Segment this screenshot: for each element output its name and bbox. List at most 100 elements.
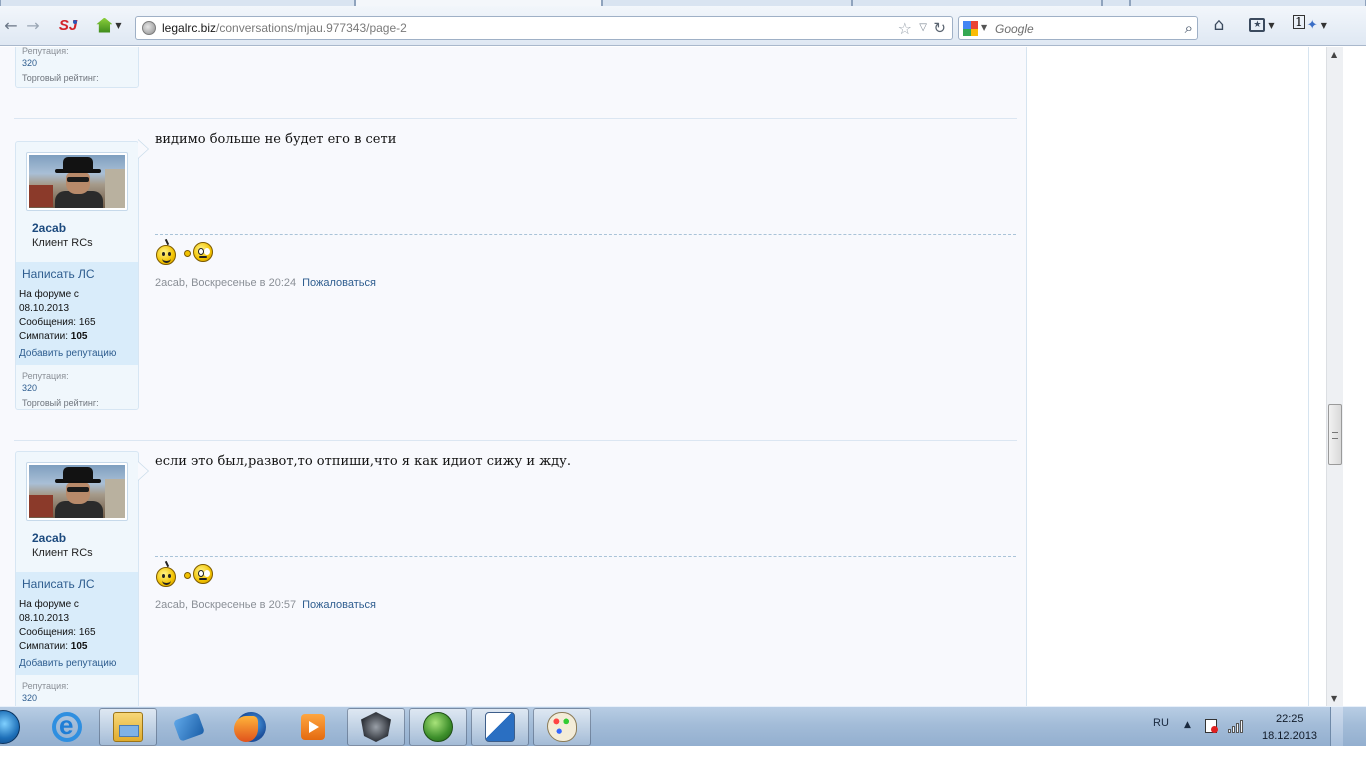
reputation-value[interactable]: 320 (22, 382, 132, 394)
bookmarks-icon: ★ (1249, 18, 1266, 32)
trade-rating-label: Торговый рейтинг: (22, 398, 99, 408)
scroll-up-icon[interactable]: ▲ (1331, 50, 1337, 59)
search-input[interactable]: Google (995, 22, 1034, 36)
chevron-down-icon[interactable]: ▼ (981, 23, 987, 32)
extension-button[interactable]: 1 ✦ ▼ (1287, 14, 1333, 36)
report-link[interactable]: Пожаловаться (302, 277, 376, 289)
avatar[interactable] (26, 152, 128, 211)
waving-smiley-icon (184, 242, 214, 262)
reputation-label: Репутация: (22, 371, 69, 381)
joined-date: 08.10.2013 (19, 613, 70, 624)
language-indicator[interactable]: RU (1153, 717, 1169, 729)
windows-explorer-icon[interactable] (99, 708, 157, 746)
globe-app-icon[interactable] (409, 708, 467, 746)
show-desktop-button[interactable] (1330, 707, 1343, 746)
conversation-column: Репутация: 320 Торговый рейтинг: 2acab К… (0, 47, 1027, 706)
user-title: Клиент RCs (32, 547, 93, 559)
message-meta: 2acab, Воскресенье в 20:57 Пожаловаться (155, 599, 376, 611)
home-button[interactable]: ⌂ (1208, 14, 1230, 36)
taskbar: RU ▲ 22:25 18.12.2013 (0, 706, 1366, 746)
reputation-value[interactable]: 320 (22, 57, 132, 69)
likes-count: Симпатии: 105 (19, 331, 88, 342)
send-pm-link[interactable]: Написать ЛС (19, 577, 135, 591)
likes-count: Симпатии: 105 (19, 641, 88, 652)
scroll-down-icon[interactable]: ▼ (1331, 694, 1337, 703)
magnifier-icon[interactable]: ⌕ (1185, 19, 1193, 37)
network-icon[interactable] (1228, 719, 1246, 733)
add-reputation-link[interactable]: Добавить репутацию (19, 658, 135, 669)
smiley-icon (156, 567, 176, 587)
sidebar-column (1028, 47, 1309, 706)
username-link[interactable]: 2acab (32, 531, 66, 545)
user-title: Клиент RCs (32, 237, 93, 249)
paint-icon[interactable] (533, 708, 591, 746)
joined-label: На форуме с (19, 599, 79, 610)
message-separator (14, 440, 1017, 441)
back-arrow-icon: ← (4, 15, 18, 35)
clock-date[interactable]: 18.12.2013 (1262, 730, 1317, 742)
add-reputation-link[interactable]: Добавить репутацию (19, 348, 135, 359)
tool-app-icon[interactable] (160, 708, 218, 746)
extension-badge: 1 (1293, 15, 1305, 29)
signature-separator (155, 556, 1016, 557)
media-player-icon[interactable] (284, 708, 342, 746)
message-text: если это был,развот,то отпиши,что я как … (155, 454, 571, 469)
chevron-down-icon: ▼ (1320, 20, 1327, 30)
scroll-thumb[interactable] (1328, 404, 1342, 465)
username-link[interactable]: 2acab (32, 221, 66, 235)
joined-date: 08.10.2013 (19, 303, 70, 314)
avatar[interactable] (26, 462, 128, 521)
wolf-app-icon[interactable] (347, 708, 405, 746)
navigation-toolbar: ← → SJ ▼ legalrc.biz/conversations/mjau.… (0, 6, 1366, 46)
google-icon[interactable] (963, 21, 978, 36)
url-text[interactable]: legalrc.biz/conversations/mjau.977343/pa… (162, 21, 407, 35)
addon-dropdown-button[interactable]: ▼ (92, 14, 126, 36)
chevron-down-icon: ▼ (1268, 20, 1275, 30)
message-arrow (138, 139, 150, 159)
bookmarks-button[interactable]: ★ ▼ (1246, 14, 1278, 36)
trade-rating-label: Торговый рейтинг: (22, 73, 99, 83)
house-addon-icon (96, 17, 113, 33)
avatar-photo (29, 155, 125, 208)
forward-button[interactable]: → (22, 14, 44, 36)
message-text: видимо больше не будет его в сети (155, 132, 397, 147)
firefox-icon[interactable] (222, 708, 280, 746)
tools-icon: ✦ (1306, 17, 1318, 33)
power-icon[interactable] (1205, 719, 1218, 733)
vertical-scrollbar[interactable]: ▲ ▼ (1326, 47, 1343, 706)
globe-icon (142, 21, 156, 35)
tray-expand-icon[interactable]: ▲ (1184, 720, 1191, 730)
internet-explorer-icon[interactable] (38, 708, 96, 746)
smiley-icon (156, 245, 176, 265)
screen-bottom (0, 746, 1366, 768)
back-button[interactable]: ← (0, 14, 22, 36)
signature-separator (155, 234, 1016, 235)
user-card: 2acab Клиент RCs Написать ЛС На форуме с… (15, 451, 139, 706)
page-viewport: Репутация: 320 Торговый рейтинг: 2acab К… (0, 47, 1326, 706)
sj-addon-button[interactable]: SJ (56, 14, 80, 36)
history-dropdown-icon[interactable]: ▽ (919, 22, 927, 33)
address-bar[interactable]: legalrc.biz/conversations/mjau.977343/pa… (135, 16, 953, 40)
reputation-label: Репутация: (22, 681, 69, 691)
messages-count: Сообщения: 165 (19, 317, 96, 328)
avatar-photo (29, 465, 125, 518)
reputation-value[interactable]: 320 (22, 692, 132, 704)
message-separator (14, 118, 1017, 119)
message-arrow (138, 461, 150, 481)
message-meta: 2acab, Воскресенье в 20:24 Пожаловаться (155, 277, 376, 289)
report-link[interactable]: Пожаловаться (302, 599, 376, 611)
forward-arrow-icon: → (26, 15, 40, 35)
user-card: 2acab Клиент RCs Написать ЛС На форуме с… (15, 141, 139, 410)
home-icon: ⌂ (1213, 15, 1225, 35)
bookmark-star-icon[interactable]: ☆ (898, 19, 912, 38)
shield-app-icon[interactable] (471, 708, 529, 746)
reload-icon[interactable]: ↻ (933, 19, 946, 37)
waving-smiley-icon (184, 564, 214, 584)
clock-time[interactable]: 22:25 (1276, 713, 1304, 725)
chevron-down-icon: ▼ (115, 20, 122, 30)
messages-count: Сообщения: 165 (19, 627, 96, 638)
send-pm-link[interactable]: Написать ЛС (19, 267, 135, 281)
start-button[interactable] (0, 710, 20, 744)
reputation-label: Репутация: (22, 47, 69, 56)
search-bar[interactable]: ▼ Google ⌕ (958, 16, 1198, 40)
